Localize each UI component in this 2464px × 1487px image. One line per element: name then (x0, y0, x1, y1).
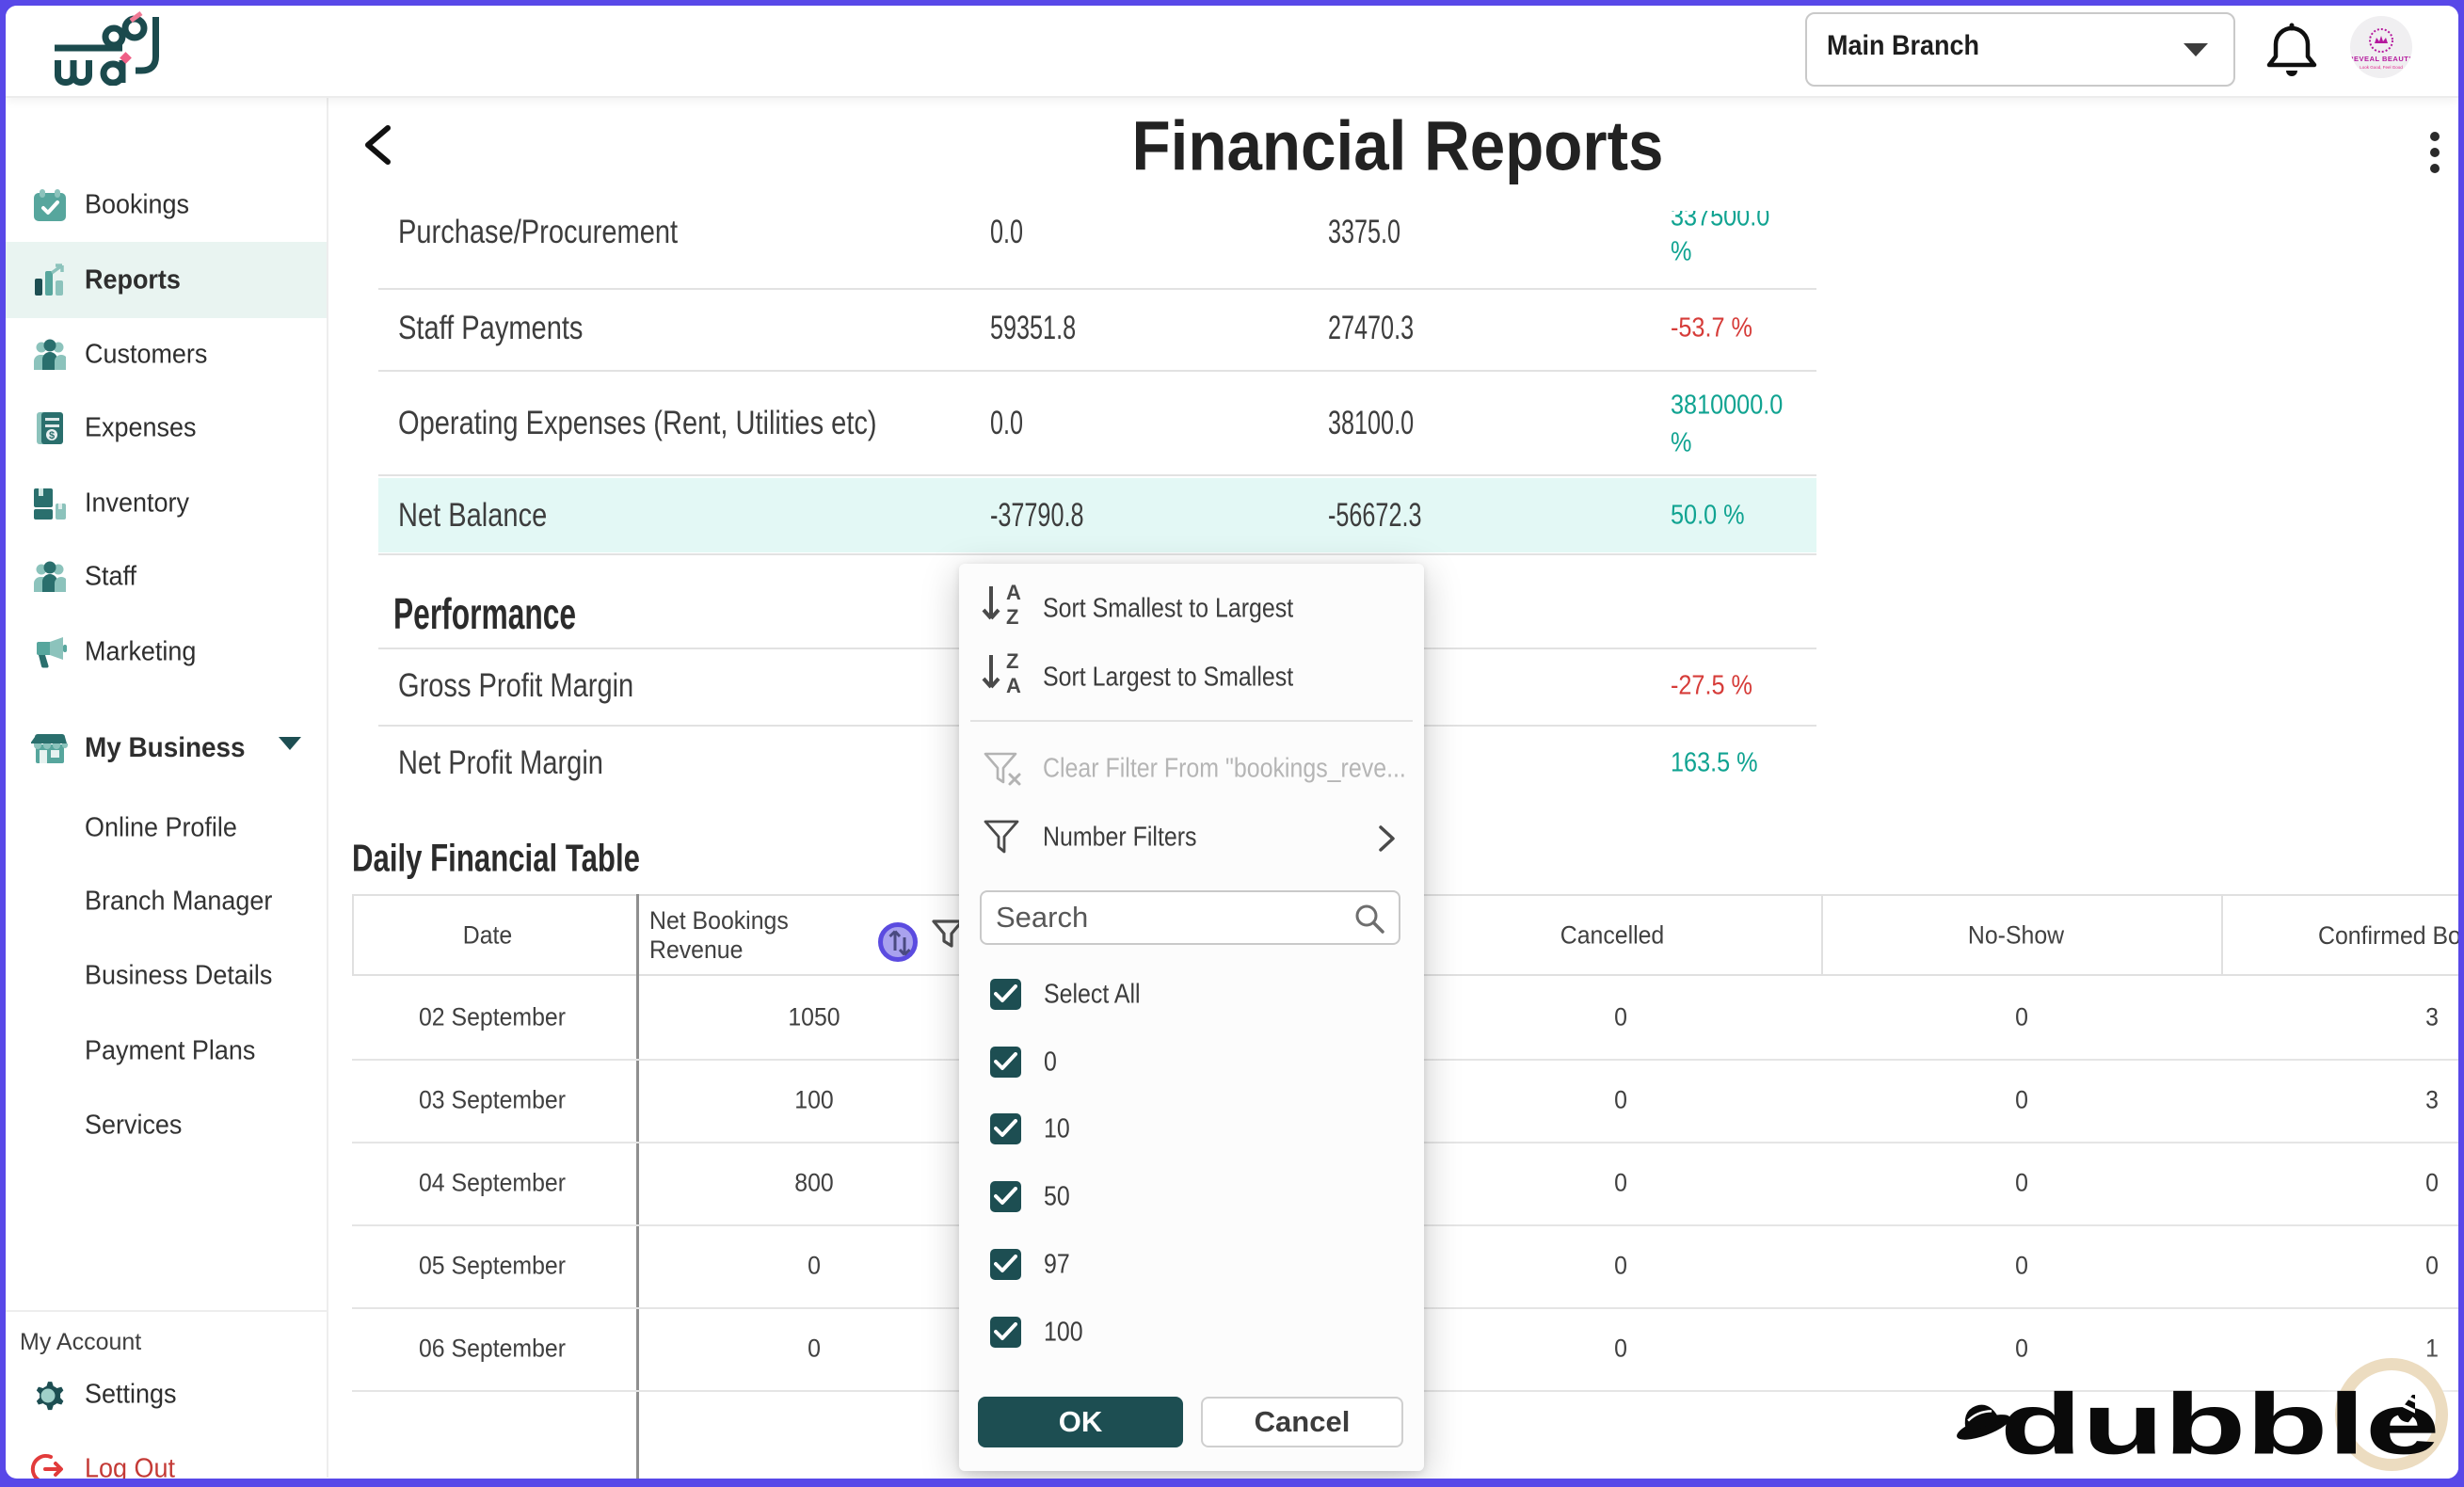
svg-text:A: A (1006, 674, 1021, 696)
svg-text:$: $ (49, 430, 55, 441)
svg-text:Look Good, Feel Good: Look Good, Feel Good (2360, 65, 2403, 70)
svg-text:Z: Z (1006, 605, 1018, 628)
svg-text:Z: Z (1006, 649, 1018, 673)
svg-text:REVEAL BEAUTY: REVEAL BEAUTY (2350, 55, 2412, 63)
svg-text:A: A (1006, 581, 1021, 604)
